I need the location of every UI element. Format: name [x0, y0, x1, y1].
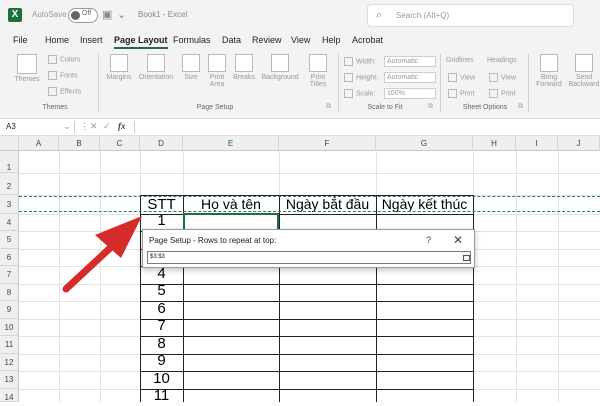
- dialog-title: Page Setup - Rows to repeat at top:: [149, 236, 277, 245]
- red-arrow-icon: [62, 216, 142, 293]
- expand-dialog-icon[interactable]: [461, 251, 471, 264]
- close-icon[interactable]: ✕: [453, 233, 463, 247]
- rows-to-repeat-input[interactable]: $3:$3: [147, 251, 465, 264]
- page-setup-dialog: Page Setup - Rows to repeat at top: ? ✕ …: [142, 229, 475, 268]
- help-icon[interactable]: ?: [426, 235, 431, 245]
